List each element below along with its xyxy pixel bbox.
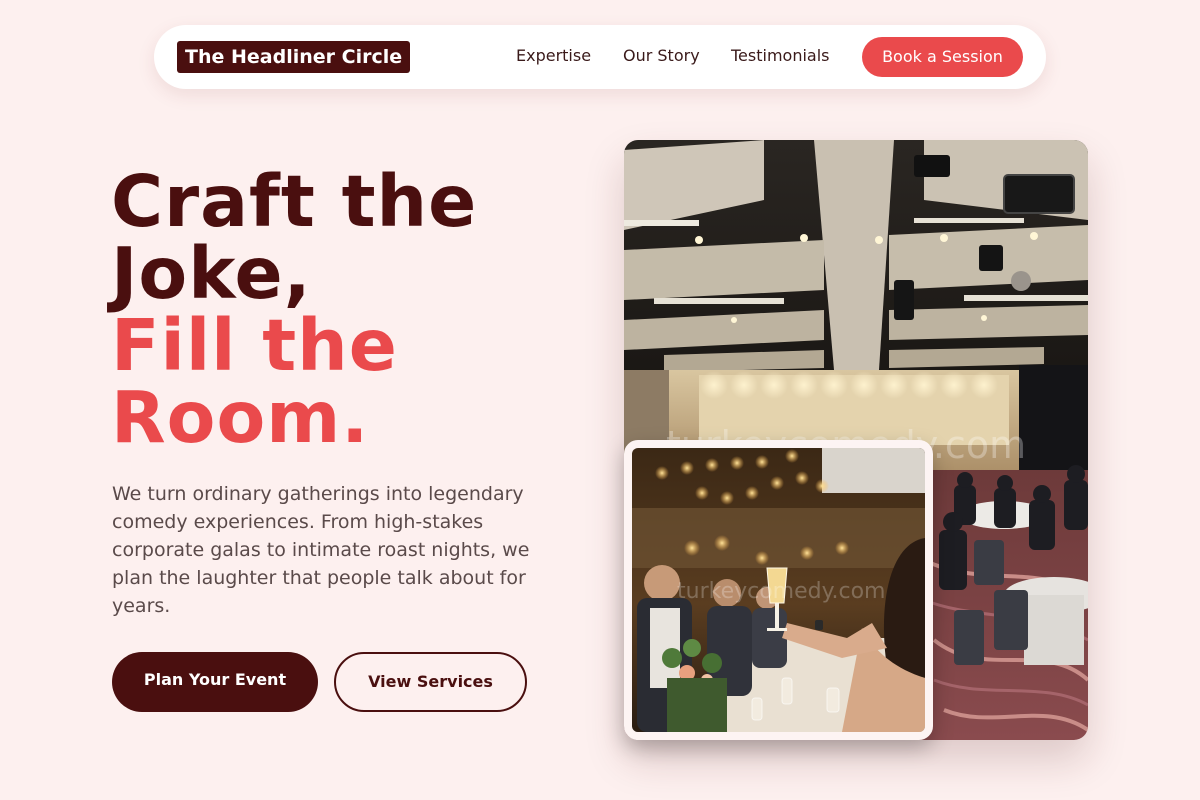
toast-watermark: turkeycomedy.com [677,579,885,604]
logo[interactable]: The Headliner Circle [177,41,411,73]
headline-line-4: Room. [111,376,370,459]
navbar: The Headliner Circle Expertise Our Story… [154,25,1046,89]
nav-link-our-story[interactable]: Our Story [623,45,700,67]
toast-photo: turkeycomedy.com [624,440,933,740]
book-session-button[interactable]: Book a Session [862,37,1023,77]
headline-line-3: Fill the [111,304,398,387]
nav-link-expertise[interactable]: Expertise [516,45,591,67]
view-services-button[interactable]: View Services [334,652,527,712]
headline-line-1: Craft the [111,160,478,243]
headline-line-2: Joke, [111,232,312,315]
plan-event-button[interactable]: Plan Your Event [112,652,318,712]
nav-link-testimonials[interactable]: Testimonials [731,45,830,67]
hero-description: We turn ordinary gatherings into legenda… [112,483,530,617]
hero-headline: Craft the Joke, Fill the Room. [111,166,477,454]
